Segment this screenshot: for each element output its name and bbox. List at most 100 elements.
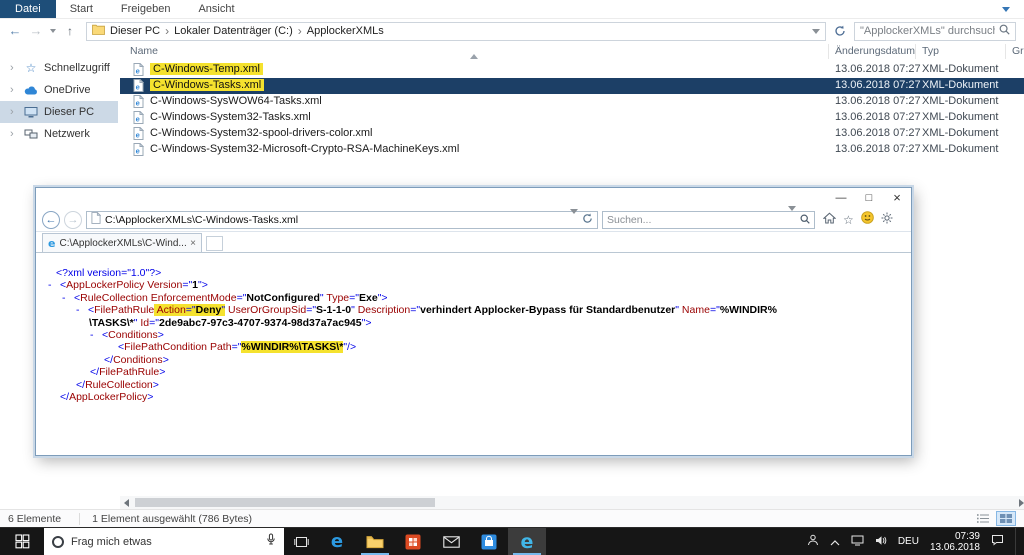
column-header-size[interactable]: Gr xyxy=(1012,45,1024,57)
sidebar-item-dieser-pc[interactable]: › Dieser PC xyxy=(0,101,118,123)
explorer-search[interactable] xyxy=(854,21,1016,41)
collapse-node-icon[interactable]: - xyxy=(76,304,88,316)
recent-locations-icon[interactable] xyxy=(48,29,58,33)
browser-tab[interactable]: e C:\ApplockerXMLs\C-Wind... × xyxy=(42,233,202,252)
store-icon[interactable] xyxy=(470,528,508,555)
up-button[interactable]: ↑ xyxy=(61,20,79,42)
search-icon[interactable] xyxy=(999,22,1010,40)
ribbon-expand-icon[interactable] xyxy=(1002,6,1010,12)
ie-forward-button[interactable]: → xyxy=(64,210,82,229)
file-modified-date: 13.06.2018 07:27 xyxy=(835,63,921,75)
minimize-button[interactable]: — xyxy=(827,188,855,208)
column-divider[interactable] xyxy=(1005,44,1006,59)
breadcrumb-item[interactable]: Dieser PC xyxy=(110,25,160,37)
column-divider[interactable] xyxy=(828,44,829,59)
tab-freigeben[interactable]: Freigeben xyxy=(107,0,185,18)
sidebar-item-netzwerk[interactable]: › Netzwerk xyxy=(0,123,118,145)
clock[interactable]: 07:39 13.06.2018 xyxy=(930,531,980,553)
language-indicator[interactable]: DEU xyxy=(898,536,919,547)
ie-search-input[interactable] xyxy=(607,213,784,226)
file-menu-tab[interactable]: Datei xyxy=(0,0,56,18)
svg-text:e: e xyxy=(136,99,140,108)
hidden-icons-chevron-icon[interactable] xyxy=(830,533,840,551)
home-icon[interactable] xyxy=(822,211,837,229)
file-explorer-icon[interactable] xyxy=(356,528,394,555)
chevron-right-icon[interactable]: › xyxy=(10,84,18,96)
column-header-modified[interactable]: Änderungsdatum xyxy=(835,45,915,57)
action-center-icon[interactable] xyxy=(991,533,1004,551)
edge-icon[interactable]: e xyxy=(318,528,356,555)
xml-line: - <FilePathRule Action="Deny" UserOrGroup… xyxy=(76,304,777,317)
maximize-button[interactable]: □ xyxy=(855,188,883,208)
search-provider-dropdown-icon[interactable] xyxy=(788,205,796,229)
ie-address-text[interactable]: C:\ApplockerXMLs\C-Windows-Tasks.xml xyxy=(105,214,566,226)
sidebar-item-onedrive[interactable]: › OneDrive xyxy=(0,79,118,101)
cortana-search-input[interactable] xyxy=(71,535,259,548)
back-button[interactable]: ← xyxy=(6,20,24,42)
column-header-name[interactable]: Name xyxy=(130,45,158,57)
start-button[interactable] xyxy=(0,528,44,555)
sidebar-item-schnellzugriff[interactable]: › ☆ Schnellzugriff xyxy=(0,57,118,79)
file-row[interactable]: e C-Windows-Tasks.xml 13.06.2018 07:27 XML-… xyxy=(120,78,1024,94)
file-row[interactable]: e C-Windows-System32-Microsoft-Crypto-RSA… xyxy=(120,142,1024,158)
page-icon xyxy=(91,211,102,227)
network-tray-icon[interactable] xyxy=(851,533,864,551)
internet-explorer-icon[interactable]: e xyxy=(508,528,546,555)
chevron-right-icon[interactable]: › xyxy=(10,62,18,74)
scroll-left-icon[interactable] xyxy=(120,498,133,507)
file-type: XML-Dokument xyxy=(922,143,999,155)
scrollbar-thumb[interactable] xyxy=(135,498,435,507)
thumbnail-view-icon[interactable] xyxy=(996,511,1016,526)
ie-search-box[interactable] xyxy=(602,205,815,229)
forward-button[interactable]: → xyxy=(27,20,45,42)
details-view-icon[interactable] xyxy=(973,511,993,526)
volume-icon[interactable] xyxy=(875,533,887,551)
file-row[interactable]: e C-Windows-Temp.xml 13.06.2018 07:27 XML-D… xyxy=(120,62,1024,78)
task-view-button[interactable] xyxy=(284,528,318,555)
breadcrumb-item[interactable]: Lokaler Datenträger (C:) xyxy=(174,25,293,37)
column-divider[interactable] xyxy=(915,44,916,59)
tools-gear-icon[interactable] xyxy=(881,211,893,229)
ie-refresh-icon[interactable] xyxy=(582,213,593,227)
ie-address-bar[interactable]: C:\ApplockerXMLs\C-Windows-Tasks.xml xyxy=(86,208,598,229)
address-bar[interactable]: Dieser PC › Lokaler Datenträger (C:) › Applo… xyxy=(86,21,826,41)
people-icon[interactable] xyxy=(807,533,819,551)
sidebar-item-label: OneDrive xyxy=(44,84,91,96)
explorer-search-input[interactable] xyxy=(860,25,995,37)
ie-back-button[interactable]: ← xyxy=(42,210,60,229)
cortana-search-box[interactable] xyxy=(44,528,284,555)
feedback-smiley-icon[interactable] xyxy=(860,210,874,229)
file-row[interactable]: e C-Windows-System32-spool-drivers-color.… xyxy=(120,126,1024,142)
scroll-right-icon[interactable] xyxy=(1011,498,1024,507)
microphone-icon[interactable] xyxy=(266,533,276,551)
tab-close-icon[interactable]: × xyxy=(190,238,196,249)
breadcrumb-item[interactable]: ApplockerXMLs xyxy=(307,25,384,37)
xml-file-icon: e xyxy=(133,110,145,127)
horizontal-scrollbar[interactable] xyxy=(120,496,1024,509)
show-desktop-button[interactable] xyxy=(1015,527,1020,555)
title-bar[interactable]: — □ × xyxy=(36,188,911,208)
file-modified-date: 13.06.2018 07:27 xyxy=(835,127,921,139)
xml-file-icon: e xyxy=(133,78,145,95)
office-icon[interactable] xyxy=(394,528,432,555)
selection-summary: 1 Element ausgewählt (786 Bytes) xyxy=(79,512,252,525)
new-tab-button[interactable] xyxy=(206,236,223,251)
file-list: e C-Windows-Temp.xml 13.06.2018 07:27 XML-D… xyxy=(120,60,1024,170)
column-header-type[interactable]: Typ xyxy=(922,45,939,57)
file-row[interactable]: e C-Windows-System32-Tasks.xml 13.06.2018 … xyxy=(120,110,1024,126)
refresh-icon[interactable] xyxy=(829,25,851,37)
collapse-node-icon[interactable]: - xyxy=(62,292,74,304)
mail-icon[interactable] xyxy=(432,528,470,555)
collapse-node-icon[interactable]: - xyxy=(48,279,60,291)
favorites-star-icon[interactable]: ☆ xyxy=(843,214,854,226)
search-icon[interactable] xyxy=(800,211,810,229)
tab-ansicht[interactable]: Ansicht xyxy=(184,0,248,18)
chevron-right-icon[interactable]: › xyxy=(10,106,18,118)
close-button[interactable]: × xyxy=(883,188,911,208)
file-row[interactable]: e C-Windows-SysWOW64-Tasks.xml 13.06.2018 … xyxy=(120,94,1024,110)
address-dropdown-icon[interactable] xyxy=(812,28,820,34)
chevron-right-icon[interactable]: › xyxy=(10,128,18,140)
autocomplete-dropdown-icon[interactable] xyxy=(570,208,578,226)
collapse-node-icon[interactable]: - xyxy=(90,329,102,341)
tab-start[interactable]: Start xyxy=(56,0,107,18)
